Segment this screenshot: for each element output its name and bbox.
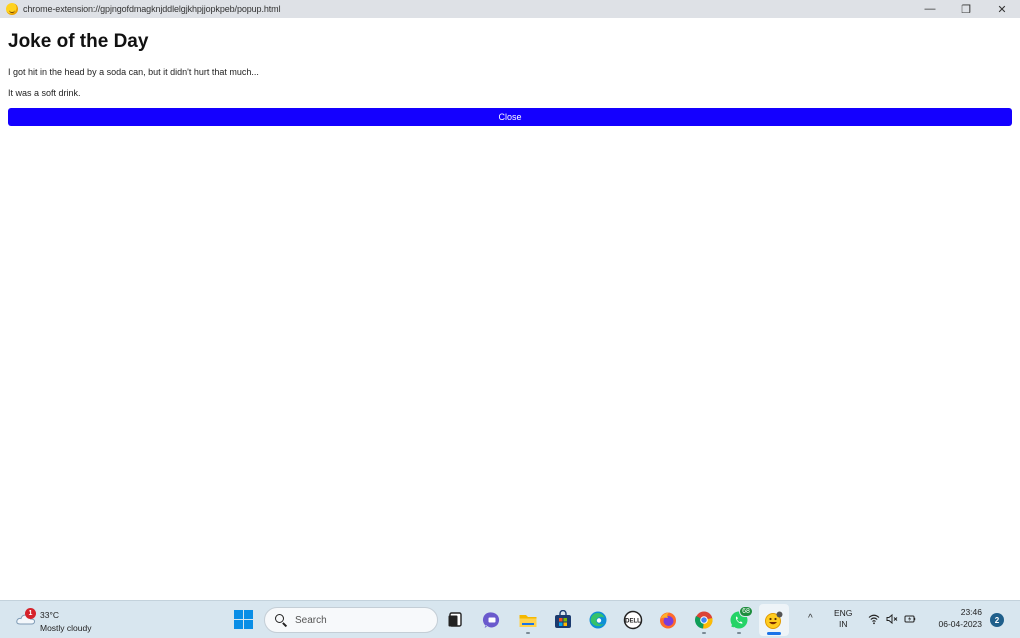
joke-punchline: It was a soft drink. (8, 88, 81, 98)
window-controls: — ❐ ✕ (912, 0, 1020, 18)
taskbar-search[interactable]: Search (264, 607, 438, 633)
start-button[interactable] (234, 610, 254, 630)
whatsapp-running-indicator (737, 632, 741, 634)
joke-extension-icon[interactable] (764, 610, 784, 630)
show-hidden-icons-button[interactable]: ^ (808, 613, 813, 624)
weather-widget[interactable]: 1 33°C Mostly cloudy (14, 605, 114, 635)
active-app-indicator (767, 632, 781, 635)
microsoft-store-icon[interactable] (553, 609, 573, 630)
language-code: ENG (834, 608, 853, 618)
joke-setup: I got hit in the head by a soda can, but… (8, 67, 259, 77)
file-explorer-icon[interactable] (518, 610, 538, 630)
clock-time: 23:46 (960, 607, 982, 617)
region-code: IN (838, 619, 848, 629)
edge-icon[interactable] (588, 610, 608, 630)
file-explorer-running-indicator (526, 632, 530, 634)
language-indicator[interactable]: ENG IN (834, 608, 852, 630)
wifi-icon (868, 614, 880, 625)
firefox-icon[interactable] (658, 610, 678, 630)
search-icon (275, 614, 287, 626)
chrome-icon[interactable] (694, 610, 714, 630)
task-view-icon[interactable] (446, 610, 466, 630)
taskbar: 1 33°C Mostly cloudy Search DELL 68 ^ EN… (0, 600, 1020, 638)
svg-text:DELL: DELL (625, 619, 641, 625)
page-title: Joke of the Day (8, 31, 149, 52)
extension-favicon-icon (6, 3, 18, 15)
battery-charging-icon (904, 615, 916, 623)
restore-button[interactable]: ❐ (948, 0, 984, 18)
windows-logo-icon (234, 610, 243, 619)
popup-content: Joke of the Day I got hit in the head by… (0, 18, 1020, 600)
system-tray-icons[interactable] (868, 613, 916, 625)
weather-temperature: 33°C (40, 610, 59, 620)
notification-badge[interactable]: 2 (990, 613, 1004, 627)
close-button[interactable]: Close (8, 108, 1012, 126)
close-window-button[interactable]: ✕ (984, 0, 1020, 18)
dell-icon[interactable]: DELL (623, 610, 643, 630)
weather-description: Mostly cloudy (40, 623, 92, 633)
search-placeholder: Search (295, 614, 327, 626)
whatsapp-unread-badge: 68 (739, 606, 753, 617)
weather-alert-badge: 1 (25, 608, 36, 619)
minimize-button[interactable]: — (912, 0, 948, 18)
volume-muted-icon (886, 613, 898, 625)
clock-date: 06-04-2023 (938, 619, 982, 629)
chrome-running-indicator (702, 632, 706, 634)
window-titlebar: chrome-extension://gpjngofdmagknjddlelgj… (0, 0, 1020, 18)
chat-icon[interactable] (482, 610, 502, 630)
clock[interactable]: 23:46 06-04-2023 (930, 606, 982, 630)
window-url: chrome-extension://gpjngofdmagknjddlelgj… (23, 4, 281, 14)
